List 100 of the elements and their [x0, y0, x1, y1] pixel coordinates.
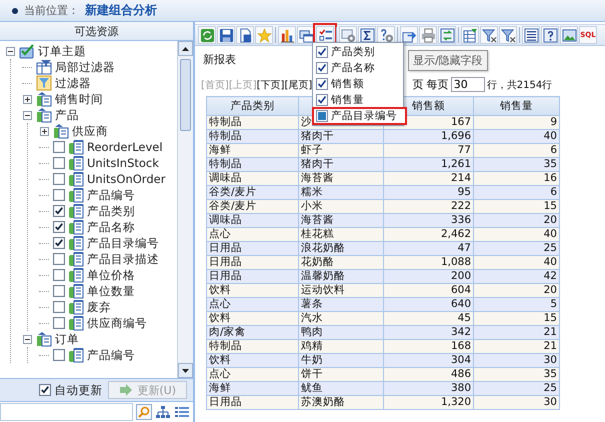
tree-item[interactable]: 产品名称	[87, 220, 135, 234]
table-cell: 海苔酱	[298, 214, 384, 228]
table-cell: 牛奶	[298, 354, 384, 368]
menu-item[interactable]: 产品目录编号	[313, 108, 406, 124]
checkbox[interactable]	[316, 94, 328, 106]
document-icon	[238, 28, 252, 42]
toolbar-button[interactable]	[541, 26, 559, 44]
tree-item[interactable]: 局部过滤器	[55, 60, 115, 74]
column-icon	[68, 267, 84, 283]
checkbox[interactable]	[53, 189, 65, 201]
checkbox[interactable]	[39, 384, 52, 396]
up-arrow-icon[interactable]	[182, 46, 189, 50]
scrollbar-thumb[interactable]	[180, 59, 191, 131]
page-size-field[interactable]: 30	[450, 77, 485, 92]
checkbox[interactable]	[316, 46, 328, 58]
table-cell: 336	[384, 214, 474, 228]
auto-update-checkbox[interactable]: 自动更新	[39, 382, 102, 398]
search-button[interactable]	[136, 404, 152, 420]
table-cell: 1,088	[384, 256, 474, 270]
checkbox[interactable]	[53, 285, 65, 297]
tree-item[interactable]: UnitsOnOrder	[87, 172, 166, 186]
pager-link[interactable]: [下页]	[256, 78, 284, 92]
table-cell: 猪肉干	[298, 130, 384, 144]
search-field[interactable]	[0, 403, 133, 421]
table-cell: 日用品	[206, 396, 298, 410]
tree-item[interactable]: 产品	[55, 108, 79, 122]
checkbox[interactable]	[53, 205, 65, 217]
arrow-icon	[119, 384, 134, 396]
scrollbar[interactable]	[177, 41, 193, 378]
down-arrow-icon[interactable]	[182, 368, 189, 372]
column-icon	[68, 251, 84, 267]
table-cell: 日用品	[206, 242, 298, 256]
expand-icon[interactable]	[22, 94, 32, 104]
toolbar-button[interactable]	[438, 26, 456, 44]
tree-item[interactable]: 供应商	[72, 124, 108, 138]
column-icon	[68, 203, 84, 219]
table-cell: 486	[384, 368, 474, 382]
table-icon	[462, 28, 478, 42]
checkbox[interactable]	[53, 349, 65, 361]
tree-item[interactable]: 订单	[55, 332, 79, 346]
column-icon	[68, 171, 84, 187]
table-cell: 40	[474, 256, 560, 270]
tree-item[interactable]: 销售时间	[55, 92, 103, 106]
checkbox[interactable]	[53, 237, 65, 249]
tree-item[interactable]: 产品类别	[87, 204, 135, 218]
tree-view-button[interactable]	[155, 404, 171, 420]
checkbox[interactable]	[53, 317, 65, 329]
checkbox[interactable]	[53, 221, 65, 233]
table-cell: 304	[384, 354, 474, 368]
table-cell: 35	[474, 158, 560, 172]
tree-item[interactable]: 产品目录编号	[87, 236, 159, 250]
table-cell: 饼干	[298, 368, 384, 382]
tree-item[interactable]: 过滤器	[55, 76, 91, 90]
checkbox[interactable]	[316, 62, 328, 74]
collapse-icon[interactable]	[22, 110, 32, 120]
table-cell: 604	[384, 284, 474, 298]
collapse-icon[interactable]	[22, 334, 32, 344]
tree-item[interactable]: 产品目录描述	[87, 252, 159, 266]
tree-item[interactable]: 产品编号	[87, 188, 135, 202]
tree-item[interactable]: 单位数量	[87, 284, 135, 298]
table-cell: 47	[384, 242, 474, 256]
table-cell: 16	[474, 172, 560, 186]
column-header[interactable]: 销售量	[474, 96, 560, 116]
tree-item[interactable]: 单位价格	[87, 268, 135, 282]
table-cell: 特制品	[206, 158, 298, 172]
tree-item[interactable]: 产品编号	[87, 348, 135, 362]
tree-item[interactable]: UnitsInStock	[87, 156, 159, 170]
menu-item[interactable]: 产品类别	[313, 44, 403, 60]
tree-item[interactable]: 供应商编号	[87, 316, 147, 330]
tree-item[interactable]: 废弃	[87, 300, 111, 314]
checkbox[interactable]	[53, 173, 65, 185]
column-header[interactable]: 产品类别	[206, 96, 298, 116]
list-view-button[interactable]	[174, 404, 190, 420]
table-cell: 21	[474, 340, 560, 354]
expand-icon[interactable]	[40, 126, 48, 136]
tree-item[interactable]: ReorderLevel	[87, 140, 163, 154]
table-cell: 海苔酱	[298, 172, 384, 186]
printer-icon	[420, 28, 436, 42]
tree-item[interactable]: 订单主题	[38, 44, 86, 58]
table-cell: 日用品	[206, 256, 298, 270]
table-cell: 6	[474, 186, 560, 200]
column-icon	[68, 315, 84, 331]
table-cell: 640	[384, 298, 474, 312]
table-cell: 薯条	[298, 298, 384, 312]
checkbox[interactable]	[53, 253, 65, 265]
table-cell: 调味品	[206, 214, 298, 228]
star-icon	[256, 28, 272, 42]
checkbox[interactable]	[53, 269, 65, 281]
toolbar-button[interactable]	[522, 26, 540, 44]
checkbox[interactable]	[53, 157, 65, 169]
collapse-icon[interactable]	[6, 46, 14, 56]
menu-item[interactable]: 产品名称	[313, 60, 403, 76]
checkbox[interactable]	[53, 141, 65, 153]
table-cell: 饮料	[206, 312, 298, 326]
menu-item[interactable]: 销售额	[313, 76, 403, 92]
checkbox[interactable]	[316, 78, 328, 90]
checkbox[interactable]	[316, 110, 328, 122]
pager-link[interactable]: [尾页]	[284, 78, 312, 92]
checkbox[interactable]	[53, 301, 65, 313]
checklist-icon	[318, 28, 332, 42]
